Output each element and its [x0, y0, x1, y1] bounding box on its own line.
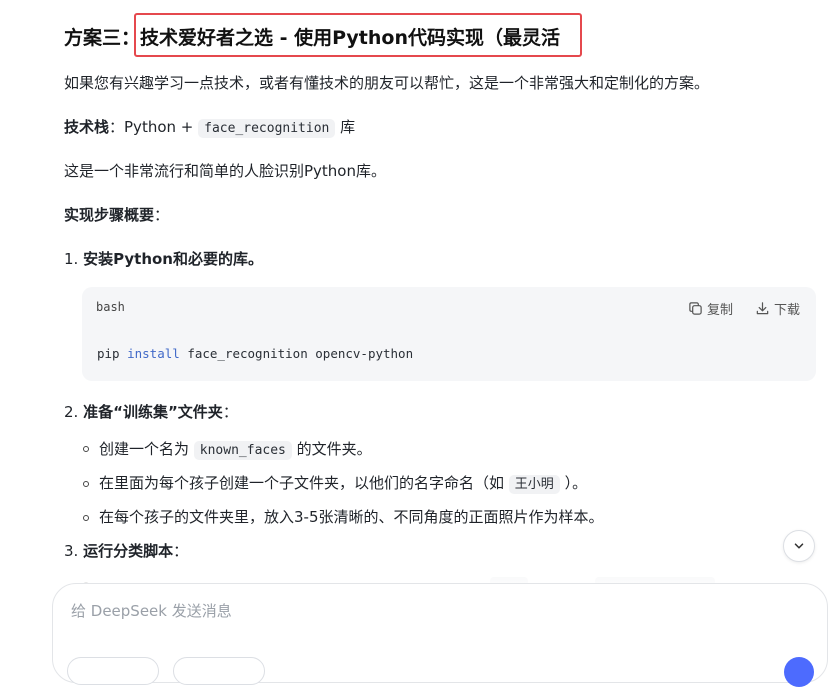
step-3-colon: ： [173, 542, 189, 560]
download-label: 下载 [774, 302, 801, 318]
steps-title-text: 实现步骤概要 [64, 206, 155, 224]
send-button[interactable] [784, 657, 814, 687]
inline-code-name: 王小明 [508, 475, 560, 494]
code-language-label: bash [96, 300, 125, 314]
list-item: 创建一个名为 known_faces 的文件夹。 [99, 437, 372, 463]
bullet-marker [83, 446, 89, 452]
code-args: face_recognition opencv-python [187, 346, 414, 361]
message-input-container [52, 583, 828, 683]
download-button[interactable]: 下载 [755, 298, 800, 318]
intro-paragraph: 如果您有兴趣学习一点技术，或者有懂技术的朋友可以帮忙，这是一个非常强大和定制化的… [64, 74, 710, 92]
bullet-marker [83, 515, 89, 521]
step-1-title: 安装Python和必要的库。 [83, 250, 263, 268]
bullet-1-pre: 创建一个名为 [99, 440, 194, 458]
step-2-number: 2. [64, 403, 79, 421]
step-2-colon: ： [222, 403, 238, 421]
step-3-title: 运行分类脚本 [83, 542, 174, 560]
list-item: 在里面为每个孩子创建一个子文件夹，以他们的名字命名（如 王小明 ）。 [99, 471, 587, 497]
step-2-title: 准备“训练集”文件夹 [83, 403, 223, 421]
code-command: pip [97, 346, 120, 361]
bullet-2-post: ）。 [559, 474, 588, 492]
inline-code-face-recognition: face_recognition [198, 119, 336, 138]
step-3-number: 3. [64, 542, 79, 560]
bullet-1-post: 的文件夹。 [291, 440, 372, 458]
download-icon [755, 301, 770, 316]
scroll-to-bottom-button[interactable] [783, 530, 815, 562]
web-search-toggle[interactable] [173, 657, 265, 685]
inline-code-known-faces: known_faces [193, 441, 292, 460]
step-2: 2. 准备“训练集”文件夹： [64, 400, 238, 424]
list-item: 在每个孩子的文件夹里，放入3-5张清晰的、不同角度的正面照片作为样本。 [99, 508, 604, 526]
message-input[interactable] [69, 598, 773, 624]
bullet-2-pre: 在里面为每个孩子创建一个子文件夹，以他们的名字命名（如 [99, 474, 509, 492]
tech-description: 这是一个非常流行和简单的人脸识别Python库。 [64, 162, 386, 180]
tech-stack-sep: ：Python + [109, 118, 199, 136]
highlight-box [134, 13, 582, 57]
chevron-down-icon [792, 539, 806, 553]
step-1: 1. 安装Python和必要的库。 [64, 247, 263, 271]
copy-label: 复制 [707, 302, 734, 318]
code-block: bash 复制 下载 pip install face_recognition … [82, 287, 816, 381]
copy-icon [688, 301, 703, 316]
tech-stack-label: 技术栈 [64, 118, 110, 136]
steps-title: 实现步骤概要： [64, 203, 169, 227]
deep-think-toggle[interactable] [67, 657, 159, 685]
tech-stack-line: 技术栈：Python + face_recognition 库 [64, 115, 355, 141]
bullet-marker [83, 481, 89, 487]
tech-stack-suffix: 库 [335, 118, 356, 136]
heading-prefix: 方案三： [64, 27, 141, 49]
step-1-number: 1. [64, 250, 79, 268]
copy-button[interactable]: 复制 [688, 298, 733, 318]
code-line: pip install face_recognition opencv-pyth… [97, 346, 413, 361]
code-keyword: install [127, 346, 180, 361]
steps-title-colon: ： [154, 206, 170, 224]
